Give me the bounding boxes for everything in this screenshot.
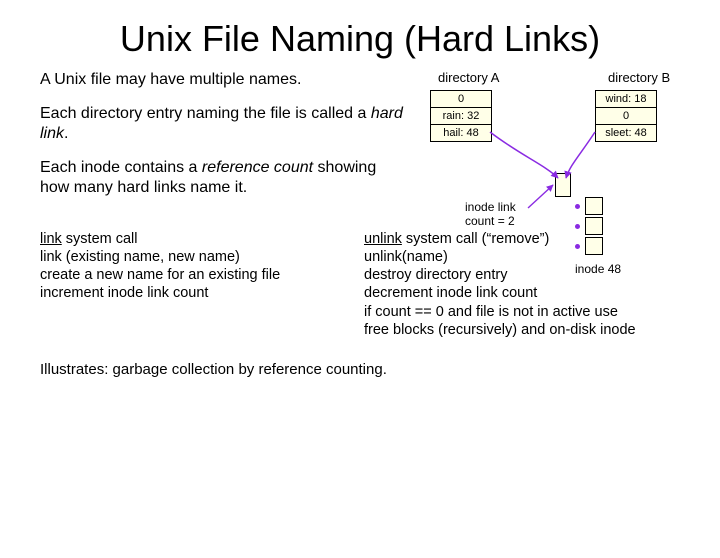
diagram: directory A directory B 0 rain: 32 hail:… [410,70,700,212]
para-3: Each inode contains a reference count sh… [40,158,410,198]
upper-section: A Unix file may have multiple names. Eac… [0,70,720,212]
para-2c: . [64,125,68,142]
dir-a-cell-0: 0 [431,91,491,108]
dir-b-box: wind: 18 0 sleet: 48 [595,90,657,142]
dir-a-label: directory A [438,70,499,85]
unlink-line-4: free blocks (recursively) and on-disk in… [364,321,694,339]
ptr-dot-3 [575,244,580,249]
link-call-col: link system call link (existing name, ne… [40,230,340,339]
link-signature: link (existing name, new name) [40,248,340,266]
inode-header-box [555,173,571,197]
unlink-title-underline: unlink [364,231,402,247]
slide-title: Unix File Naming (Hard Links) [0,18,720,60]
data-block-1 [585,197,603,215]
dir-b-cell-0: wind: 18 [596,91,656,108]
link-title-rest: system call [66,231,138,247]
unlink-line-3: if count == 0 and file is not in active … [364,303,694,321]
link-line-1: create a new name for an existing file [40,266,340,284]
unlink-line-2: decrement inode link count [364,284,694,302]
unlink-title-rest: system call (“remove”) [406,231,549,247]
para-1: A Unix file may have multiple names. [40,70,410,90]
unlink-call-col: unlink system call (“remove”) unlink(nam… [364,230,694,339]
dir-a-box: 0 rain: 32 hail: 48 [430,90,492,142]
linkcount-line-2: count = 2 [465,214,515,228]
footer-line: Illustrates: garbage collection by refer… [0,339,720,378]
ptr-dot-2 [575,224,580,229]
linkcount-line-1: inode link [465,200,516,214]
unlink-signature: unlink(name) [364,248,694,266]
dir-a-cell-1: rain: 32 [431,108,491,125]
inode-48-label: inode 48 [575,262,621,276]
dir-b-cell-2: sleet: 48 [596,125,656,141]
dir-a-cell-2: hail: 48 [431,125,491,141]
ptr-dot-1 [575,204,580,209]
para-3a: Each inode contains a [40,159,202,176]
dir-b-cell-1: 0 [596,108,656,125]
data-block-3 [585,237,603,255]
body-text: A Unix file may have multiple names. Eac… [40,70,410,212]
para-2a: Each directory entry naming the file is … [40,105,371,122]
refcount-term: reference count [202,159,313,176]
link-title-underline: link [40,231,62,247]
link-line-2: increment inode link count [40,284,340,302]
dir-b-label: directory B [608,70,670,85]
para-2: Each directory entry naming the file is … [40,104,410,144]
unlink-line-1: destroy directory entry [364,266,694,284]
data-block-2 [585,217,603,235]
